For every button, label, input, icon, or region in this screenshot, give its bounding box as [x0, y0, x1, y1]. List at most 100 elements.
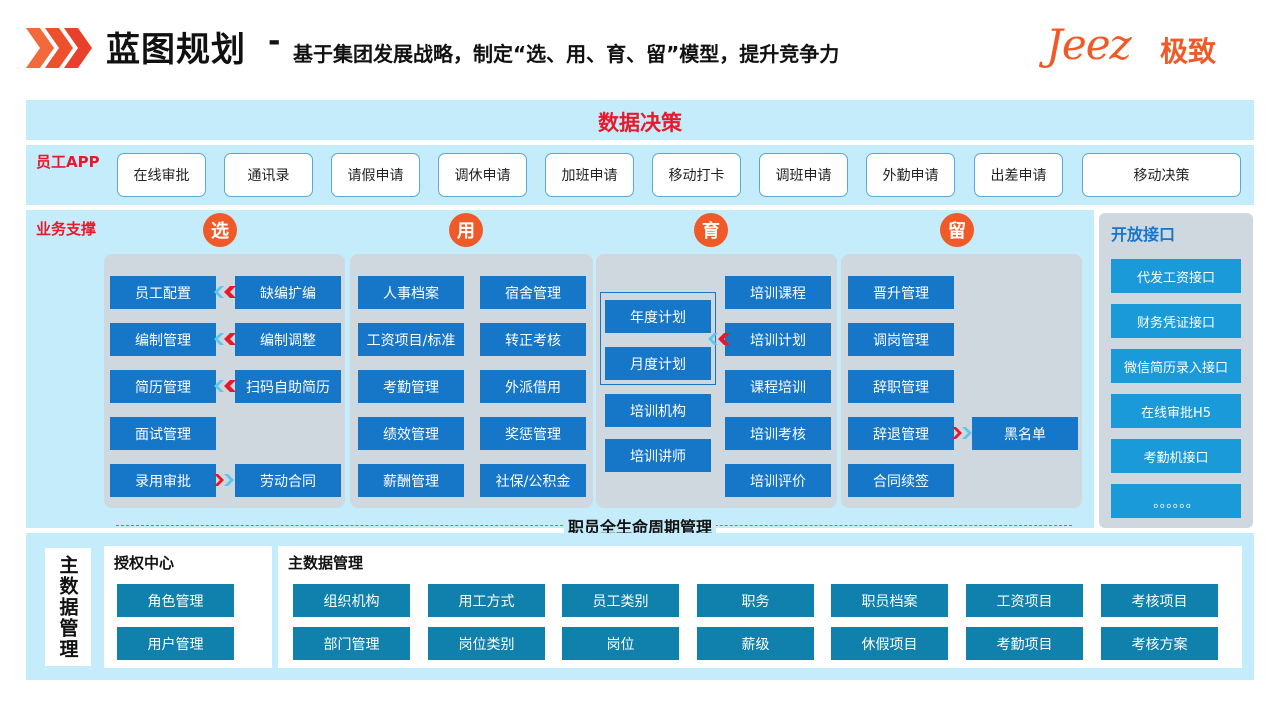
retain-item[interactable]: 晋升管理 — [848, 276, 954, 309]
develop-item[interactable]: 培训计划 — [725, 323, 831, 356]
use-item[interactable]: 转正考核 — [480, 323, 586, 356]
app-item[interactable]: 加班申请 — [545, 153, 634, 197]
master-item[interactable]: 考核方案 — [1101, 627, 1218, 660]
use-item[interactable]: 考勤管理 — [358, 370, 464, 403]
data-decision-band: 数据决策 — [26, 100, 1254, 140]
master-data-title: 主数据管理 — [288, 554, 364, 572]
chevron-arrows-icon — [26, 28, 92, 68]
select-item[interactable]: 劳动合同 — [235, 464, 341, 497]
open-api-item[interactable]: 考勤机接口 — [1111, 439, 1241, 473]
develop-item[interactable]: 年度计划 — [605, 300, 711, 333]
open-api-item[interactable]: 。。。。。。 — [1111, 484, 1241, 518]
retain-item[interactable]: 辞退管理 — [848, 417, 954, 450]
select-item[interactable]: 面试管理 — [110, 417, 216, 450]
master-item[interactable]: 组织机构 — [293, 584, 410, 617]
use-item[interactable]: 人事档案 — [358, 276, 464, 309]
arrow-left-icon — [708, 333, 730, 345]
open-api-title: 开放接口 — [1111, 225, 1176, 244]
master-item[interactable]: 岗位 — [562, 627, 679, 660]
retain-item[interactable]: 合同续签 — [848, 464, 954, 497]
auth-center-title: 授权中心 — [114, 554, 175, 572]
master-item[interactable]: 部门管理 — [293, 627, 410, 660]
master-data-vertical-text: 主数据管理 — [56, 554, 79, 660]
master-item[interactable]: 考勤项目 — [966, 627, 1083, 660]
app-item[interactable]: 请假申请 — [331, 153, 420, 197]
select-badge: 选 — [203, 213, 237, 247]
develop-item[interactable]: 培训课程 — [725, 276, 831, 309]
use-item[interactable]: 绩效管理 — [358, 417, 464, 450]
title-dash: - — [268, 24, 281, 59]
open-api-item[interactable]: 代发工资接口 — [1111, 259, 1241, 293]
brand-logo: Jeez 极致 — [1046, 20, 1236, 72]
develop-item[interactable]: 课程培训 — [725, 370, 831, 403]
develop-item[interactable]: 培训评价 — [725, 464, 831, 497]
select-item[interactable]: 编制管理 — [110, 323, 216, 356]
develop-item[interactable]: 月度计划 — [605, 347, 711, 380]
use-item[interactable]: 外派借用 — [480, 370, 586, 403]
retain-item[interactable]: 调岗管理 — [848, 323, 954, 356]
app-item[interactable]: 通讯录 — [224, 153, 313, 197]
use-panel: 人事档案 工资项目/标准 考勤管理 绩效管理 薪酬管理 宿舍管理 转正考核 外派… — [350, 254, 593, 508]
logo-latin: Jeez — [1046, 20, 1132, 69]
app-item[interactable]: 在线审批 — [117, 153, 206, 197]
open-api-panel: 开放接口 代发工资接口 财务凭证接口 微信简历录入接口 在线审批H5 考勤机接口… — [1099, 213, 1253, 528]
arrow-left-icon — [214, 380, 236, 392]
app-item[interactable]: 出差申请 — [974, 153, 1063, 197]
use-item[interactable]: 工资项目/标准 — [358, 323, 464, 356]
select-item[interactable]: 录用审批 — [110, 464, 216, 497]
employee-app-label: 员工APP — [36, 153, 100, 171]
master-item[interactable]: 职务 — [697, 584, 814, 617]
develop-item[interactable]: 培训讲师 — [605, 439, 711, 472]
page-title: 蓝图规划 — [106, 30, 246, 70]
master-item[interactable]: 休假项目 — [831, 627, 948, 660]
master-item[interactable]: 工资项目 — [966, 584, 1083, 617]
retain-item[interactable]: 黑名单 — [972, 417, 1078, 450]
use-item[interactable]: 薪酬管理 — [358, 464, 464, 497]
master-item[interactable]: 职员档案 — [831, 584, 948, 617]
use-item[interactable]: 社保/公积金 — [480, 464, 586, 497]
auth-item[interactable]: 角色管理 — [117, 584, 234, 617]
retain-item[interactable]: 辞职管理 — [848, 370, 954, 403]
select-item[interactable]: 缺编扩编 — [235, 276, 341, 309]
business-support-band: 业务支撑 选 员工配置 编制管理 简历管理 面试管理 录用审批 缺编扩编 编制调… — [26, 210, 1094, 528]
page-subtitle: 基于集团发展战略，制定“选、用、育、留”模型，提升竞争力 — [293, 42, 840, 66]
app-item[interactable]: 调班申请 — [759, 153, 848, 197]
select-item[interactable]: 编制调整 — [235, 323, 341, 356]
arrow-left-icon — [214, 286, 236, 298]
master-data-box: 主数据管理 组织机构 用工方式 员工类别 职务 职员档案 工资项目 考核项目 部… — [278, 546, 1242, 668]
data-decision-title: 数据决策 — [598, 111, 682, 135]
open-api-item[interactable]: 微信简历录入接口 — [1111, 349, 1241, 383]
arrow-right-icon — [214, 474, 234, 486]
auth-center-box: 授权中心 角色管理 用户管理 — [104, 546, 272, 668]
arrow-left-icon — [214, 333, 236, 345]
auth-item[interactable]: 用户管理 — [117, 627, 234, 660]
use-item[interactable]: 宿舍管理 — [480, 276, 586, 309]
select-item[interactable]: 扫码自助简历 — [235, 370, 341, 403]
master-item[interactable]: 考核项目 — [1101, 584, 1218, 617]
master-item[interactable]: 员工类别 — [562, 584, 679, 617]
develop-item[interactable]: 培训考核 — [725, 417, 831, 450]
develop-panel: 年度计划 月度计划 培训机构 培训讲师 培训课程 培训计划 课程培训 培训考核 … — [596, 254, 837, 508]
retain-panel: 晋升管理 调岗管理 辞职管理 辞退管理 合同续签 黑名单 — [841, 254, 1082, 508]
app-item[interactable]: 调休申请 — [438, 153, 527, 197]
app-item[interactable]: 外勤申请 — [866, 153, 955, 197]
master-item[interactable]: 薪级 — [697, 627, 814, 660]
master-item[interactable]: 岗位类别 — [428, 627, 545, 660]
employee-app-band: 员工APP 在线审批 通讯录 请假申请 调休申请 加班申请 移动打卡 调班申请 … — [26, 145, 1254, 205]
header: 蓝图规划 - 基于集团发展战略，制定“选、用、育、留”模型，提升竞争力 Jeez… — [0, 0, 1280, 95]
develop-item[interactable]: 培训机构 — [605, 394, 711, 427]
use-item[interactable]: 奖惩管理 — [480, 417, 586, 450]
select-item[interactable]: 员工配置 — [110, 276, 216, 309]
business-support-label: 业务支撑 — [36, 220, 97, 238]
app-item[interactable]: 移动决策 — [1082, 153, 1241, 197]
select-item[interactable]: 简历管理 — [110, 370, 216, 403]
open-api-item[interactable]: 在线审批H5 — [1111, 394, 1241, 428]
use-badge: 用 — [449, 213, 483, 247]
develop-badge: 育 — [694, 213, 728, 247]
master-item[interactable]: 用工方式 — [428, 584, 545, 617]
app-item[interactable]: 移动打卡 — [652, 153, 741, 197]
select-panel: 员工配置 编制管理 简历管理 面试管理 录用审批 缺编扩编 编制调整 扫码自助简… — [104, 254, 345, 508]
arrow-right-icon — [952, 427, 972, 439]
logo-chinese: 极致 — [1160, 35, 1217, 68]
open-api-item[interactable]: 财务凭证接口 — [1111, 304, 1241, 338]
